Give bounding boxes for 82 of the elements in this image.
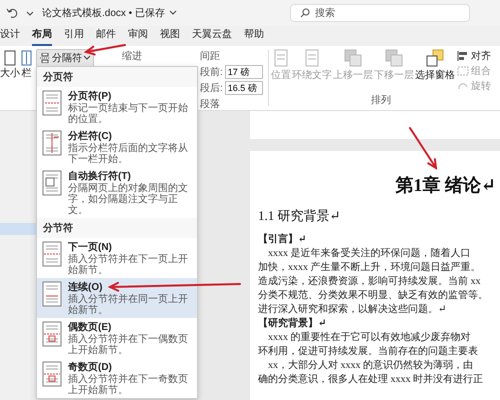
breaks-icon <box>40 53 50 63</box>
menu-item-description: 标记一页结束与下一页开始的位置。 <box>68 103 189 125</box>
body-text-line: 分类不规范、分类效果不明显、缺乏有效的监管等。 <box>258 289 489 303</box>
group-icon <box>457 66 469 76</box>
spacing-field-label: 段前: <box>200 66 223 79</box>
page-break-icon <box>41 320 63 348</box>
menu-item-title: 奇数页(D) <box>68 360 112 374</box>
group-label: 段落 <box>200 98 221 111</box>
menu-item-description: 指示分栏符后面的文字将从下一栏开始。 <box>68 143 189 165</box>
body-text-line: xx，大部分人对 xxxx 的意识仍然较为薄弱，由 <box>267 359 474 373</box>
menu-item[interactable]: 自动换行符(T) 分隔网页上的对象周围的文字，如分隔题注文字与正文。 <box>37 167 197 218</box>
caret-icon <box>84 55 90 61</box>
page-break-icon <box>41 129 63 157</box>
menu-item[interactable]: 分栏符(C) 指示分栏符后面的文字将从下一栏开始。 <box>37 127 197 167</box>
ribbon-tab[interactable]: 设计 <box>0 27 20 46</box>
document-title: 论文格式模板.docx • 已保存 <box>42 6 165 20</box>
ribbon-tab[interactable]: 引用 <box>64 27 84 46</box>
body-text-line: 【研究背景】↵ <box>258 317 328 331</box>
body-text-line: 确的分类意识，很多人在处理 xxxx 时并没有进行正 <box>258 373 484 387</box>
page-size-icon <box>4 50 16 66</box>
ribbon-tab[interactable]: 审阅 <box>128 27 148 46</box>
search-field[interactable]: 搜索 <box>290 4 470 22</box>
page-setup-button[interactable]: 大小 <box>0 50 20 80</box>
page-break-icon <box>41 89 63 117</box>
align-icon <box>457 51 469 61</box>
undo-icon[interactable] <box>6 7 18 19</box>
menu-item[interactable]: 奇数页(D) 插入分节符并在下一奇数页上开始新节。 <box>37 358 197 398</box>
body-text-line: 造成污染，还浪费资源，影响可持续发展。当前 xx <box>258 275 482 289</box>
ribbon-tab[interactable]: 邮件 <box>96 27 116 46</box>
menu-item[interactable]: 下一页(N) 插入分节符并在下一页上开始新节。 <box>37 238 197 278</box>
menu-item-title: 下一页(N) <box>68 241 112 254</box>
menu-item[interactable]: 连续(O) 插入分节符并在同一页上开始新节。 <box>37 278 197 318</box>
menu-item-title: 分页符(P) <box>68 90 112 102</box>
menu-item-description: 插入分节符并在下一页上开始新节。 <box>68 254 189 276</box>
page-icon <box>273 49 289 67</box>
layers-icon <box>344 49 362 67</box>
menu-item-title: 连续(O) <box>68 280 102 294</box>
chevron-down-icon[interactable] <box>168 9 177 17</box>
breaks-button[interactable]: 分隔符 <box>36 49 94 67</box>
page-break-icon <box>41 240 63 268</box>
body-text-line: 环利用，促进可持续发展。当前存在的问题主要表 <box>258 345 479 359</box>
body-text-line: 【引言】↵ <box>258 233 308 247</box>
page-break-icon <box>41 360 63 388</box>
spacing-field[interactable]: 16.5 磅 <box>224 81 263 95</box>
body-text-line: xxxx 的重要性在于它可以有效地减少废弃物对 <box>267 331 472 345</box>
spacing-label: 间距 <box>200 50 221 63</box>
page-break-icon <box>41 280 63 308</box>
page-icon <box>304 49 320 67</box>
menu-item[interactable]: 分页符(P) 标记一页结束与下一页开始的位置。 <box>37 87 197 127</box>
menu-item-title: 自动换行符(T) <box>68 170 131 182</box>
layers-icon <box>385 49 403 67</box>
chapter-heading: 第1章 绪论↵ <box>395 174 497 197</box>
annotation-arrow <box>409 127 438 170</box>
selection-pane-icon <box>426 49 444 67</box>
menu-item[interactable]: 偶数页(E) 插入分节符并在下一偶数页上开始新节。 <box>37 318 197 358</box>
arrange-button[interactable]: 选择窗格 <box>415 49 455 93</box>
menu-item-description: 插入分节符并在同一页上开始新节。 <box>68 294 189 316</box>
menu-item-description: 插入分节符并在下一奇数页上开始新节。 <box>68 374 189 396</box>
menu-item-description: 分隔网页上的对象周围的文字，如分隔题注文字与正文。 <box>68 183 189 216</box>
menu-section-header: 分节符 <box>37 218 197 238</box>
body-text-line: 进行深入研究和探索，以解决这些问题。↵ <box>258 303 448 317</box>
search-icon <box>300 8 310 18</box>
arrange-button[interactable]: 对齐 <box>457 49 491 63</box>
spacing-field[interactable]: 17 磅 <box>224 65 263 79</box>
group-label: 排列 <box>371 94 391 107</box>
menu-item-title: 分栏符(C) <box>68 130 112 142</box>
menu-item-description: 插入分节符并在下一偶数页上开始新节。 <box>68 334 189 356</box>
section-heading: 1.1 研究背景↵ <box>258 207 342 225</box>
menu-section-header: 分页符 <box>37 67 197 87</box>
columns-icon <box>21 50 32 66</box>
menu-item-title: 偶数页(E) <box>68 320 112 334</box>
ribbon-tab[interactable]: 帮助 <box>244 27 264 46</box>
rotate-icon <box>457 81 469 91</box>
spacing-field-label: 段后: <box>200 82 223 95</box>
page-setup-button[interactable]: 栏 <box>21 50 32 80</box>
ribbon-tab[interactable]: 视图 <box>160 27 180 46</box>
customize-caret-icon[interactable] <box>26 9 34 17</box>
indent-label: 缩进 <box>122 50 142 63</box>
ribbon-tab[interactable]: 天翼云盘 <box>192 27 232 46</box>
page-break-icon <box>41 169 63 197</box>
body-text-line: 加快，xxxx 产生量不断上升，环境问题日益严重。 <box>258 261 482 275</box>
body-text-line: xxxx 是近年来备受关注的环保问题，随着人口 <box>267 247 472 261</box>
